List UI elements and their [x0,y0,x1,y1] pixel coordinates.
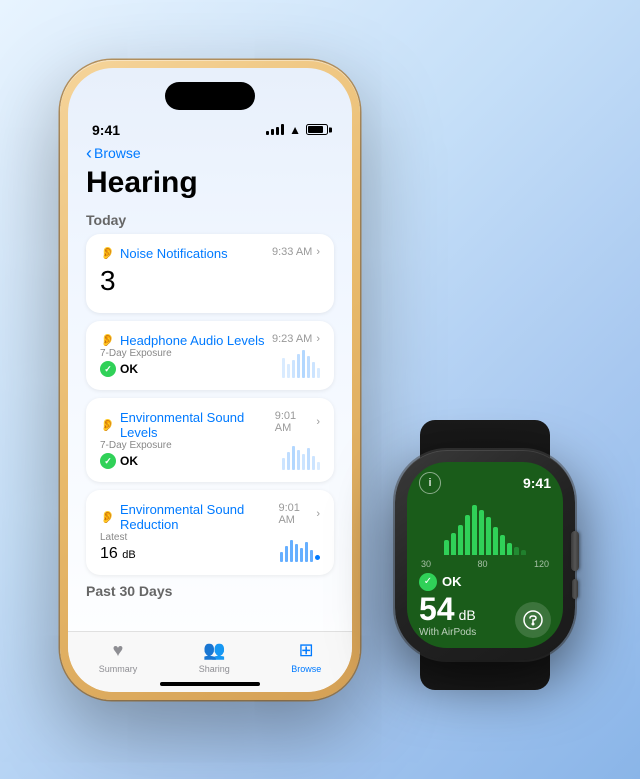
sharing-icon: 👥 [203,640,225,661]
watch-side-button [572,579,578,599]
watch-top-row: i 9:41 [419,472,551,494]
ok-status: OK [442,574,462,589]
heart-icon: ♥ [113,640,124,661]
back-navigation[interactable]: Browse [86,144,334,162]
watch-screen: i 9:41 [407,462,563,648]
card-time: 9:33 AM [272,246,312,258]
status-icons: ▲ [266,123,328,137]
card-time: 9:23 AM [272,333,312,345]
ear-icon: 👂 [100,246,115,260]
ok-badge: ✓ OK [100,361,172,377]
card-header: 👂 Headphone Audio Levels 9:23 AM › [100,333,320,348]
sound-bar [472,505,477,555]
airpods-icon [515,602,551,638]
sound-bar [451,533,456,555]
sound-scale: 30 80 120 [419,559,551,569]
chevron-right-icon: › [316,246,320,258]
exposure-label: 7-Day Exposure [100,440,172,451]
mini-chart [280,532,320,562]
db-value: 54 [419,593,455,625]
wifi-icon: ▲ [289,123,301,137]
iphone: 9:41 ▲ Browse Hearing [60,60,360,700]
card-noise-notifications[interactable]: 👂 Noise Notifications 9:33 AM › 3 [86,234,334,313]
mini-chart [282,440,320,470]
ok-circle-icon: ✓ [419,573,437,591]
section-past: Past 30 Days [86,583,334,599]
chevron-right-icon: › [316,333,320,345]
notification-count: 3 [100,265,320,297]
home-indicator [160,682,260,686]
phone-content: Browse Hearing Today 👂 Noise Notificatio… [68,144,352,599]
ok-icon: ✓ [100,453,116,469]
signal-icon [266,124,284,135]
tab-sharing[interactable]: 👥 Sharing [199,640,230,674]
grid-icon: ⊞ [299,640,314,661]
card-environmental-sound-levels[interactable]: 👂 Environmental Sound Levels 9:01 AM › 7… [86,398,334,482]
watch-crown [571,531,579,571]
sound-bar [507,543,512,555]
card-environmental-sound-reduction[interactable]: 👂 Environmental Sound Reduction 9:01 AM … [86,490,334,575]
card-title: 👂 Headphone Audio Levels [100,333,265,348]
watch-db-row: 54 dB With AirPods [419,593,551,638]
db-reading: 16 dB [100,545,136,563]
sound-bar [465,515,470,555]
dynamic-island [165,82,255,110]
airpods-label: With AirPods [419,627,476,638]
ok-badge: ✓ OK [100,453,172,469]
chevron-right-icon: › [316,416,320,428]
tab-browse[interactable]: ⊞ Browse [291,640,321,674]
card-body: Latest 16 dB [100,532,320,563]
sound-bar [493,527,498,555]
sound-bar [521,550,526,555]
card-title: 👂 Environmental Sound Levels [100,410,275,440]
card-body: 7-Day Exposure ✓ OK [100,348,320,378]
card-headphone-audio[interactable]: 👂 Headphone Audio Levels 9:23 AM › 7-Day… [86,321,334,390]
card-body: 7-Day Exposure ✓ OK [100,440,320,470]
card-header: 👂 Noise Notifications 9:33 AM › [100,246,320,261]
apple-watch: i 9:41 [370,420,600,690]
mini-chart [282,348,320,378]
iphone-screen: 9:41 ▲ Browse Hearing [68,68,352,692]
watch-status-row: ✓ OK [419,573,551,591]
sound-bar [479,510,484,555]
exposure-label: 7-Day Exposure [100,348,172,359]
card-time: 9:01 AM [278,502,312,526]
sound-bar [514,547,519,555]
card-header: 👂 Environmental Sound Levels 9:01 AM › [100,410,320,440]
sound-level-bars [419,504,551,555]
watch-time: 9:41 [523,475,551,491]
chevron-right-icon: › [316,508,320,520]
watch-case: i 9:41 [395,450,575,660]
card-time: 9:01 AM [275,410,313,434]
tab-summary[interactable]: ♥ Summary [99,640,138,674]
data-point-dot [315,555,320,560]
sound-bar [458,525,463,555]
battery-icon [306,124,328,135]
info-button[interactable]: i [419,472,441,494]
db-unit: dB [459,607,476,623]
status-time: 9:41 [92,122,120,138]
latest-label: Latest [100,532,136,543]
card-title: 👂 Noise Notifications [100,246,228,261]
status-bar: 9:41 ▲ [68,112,352,144]
page-title: Hearing [86,166,334,200]
ok-icon: ✓ [100,361,116,377]
sound-bar [444,540,449,555]
sound-bar [500,535,505,555]
card-header: 👂 Environmental Sound Reduction 9:01 AM … [100,502,320,532]
card-title: 👂 Environmental Sound Reduction [100,502,278,532]
ear-icon: 👂 [100,333,115,347]
ear-icon: 👂 [100,510,115,524]
ear-icon: 👂 [100,418,115,432]
section-today: Today [86,212,334,228]
sound-bar [486,517,491,555]
